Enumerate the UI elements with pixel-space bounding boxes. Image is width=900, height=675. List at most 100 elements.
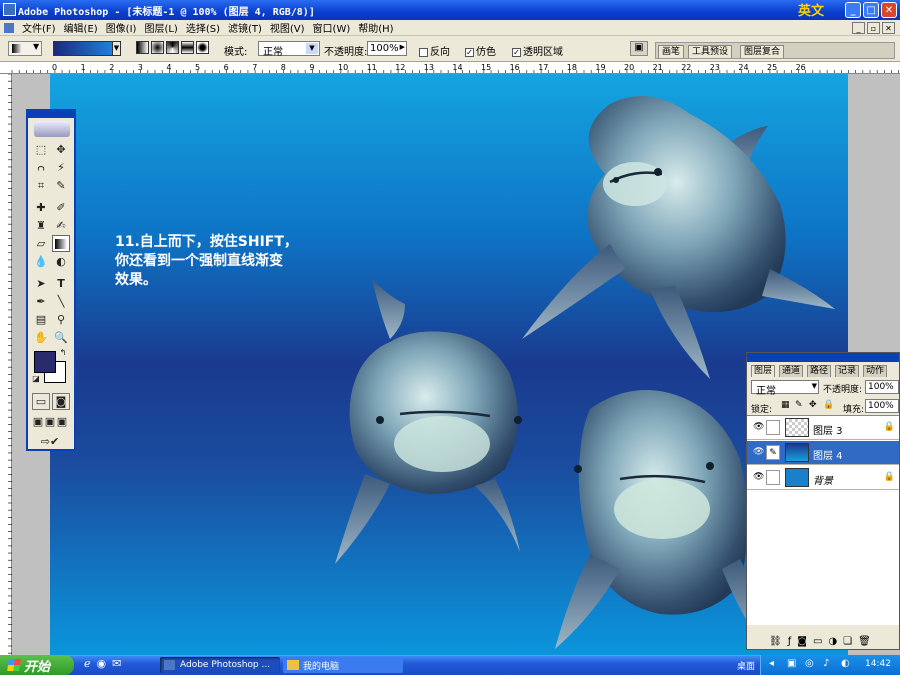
screen-mode-full-icon[interactable]: ▣ bbox=[56, 413, 68, 430]
menu-view[interactable]: 视图(V) bbox=[270, 20, 305, 35]
menu-edit[interactable]: 编辑(E) bbox=[64, 20, 98, 35]
menu-select[interactable]: 选择(S) bbox=[186, 20, 220, 35]
layer-link-toggle[interactable] bbox=[766, 420, 780, 435]
blur-tool-icon[interactable]: 💧 bbox=[32, 253, 50, 270]
brush-tool-icon[interactable]: ✐ bbox=[52, 199, 70, 216]
zoom-tool-icon[interactable]: 🔍 bbox=[52, 329, 70, 346]
tool-preset-picker[interactable]: ▼ bbox=[8, 41, 42, 56]
tab-history[interactable]: 记录 bbox=[835, 365, 860, 377]
crop-tool-icon[interactable]: ⌗ bbox=[32, 177, 50, 194]
network-icon[interactable]: ▣ bbox=[787, 658, 796, 669]
menu-help[interactable]: 帮助(H) bbox=[358, 20, 393, 35]
speaker-icon[interactable]: ♪ bbox=[823, 658, 829, 669]
dodge-tool-icon[interactable]: ◐ bbox=[52, 253, 70, 270]
close-button[interactable]: ✕ bbox=[881, 2, 897, 18]
line-tool-icon[interactable]: ╲ bbox=[52, 293, 70, 310]
layer-row-4[interactable]: 👁 ✎ 图层 4 bbox=[747, 441, 899, 465]
hand-tool-icon[interactable]: ✋ bbox=[32, 329, 50, 346]
clone-stamp-tool-icon[interactable]: ♜ bbox=[32, 217, 50, 234]
antivirus-icon[interactable]: ◎ bbox=[805, 658, 814, 669]
move-tool-icon[interactable]: ✥ bbox=[52, 141, 70, 158]
mode-select[interactable]: 正常 ▼ bbox=[258, 41, 320, 58]
link-layers-icon[interactable]: ⛓ bbox=[769, 636, 782, 647]
dither-checkbox[interactable]: ✓ 仿色 bbox=[465, 43, 496, 58]
pen-tool-icon[interactable]: ✒ bbox=[32, 293, 50, 310]
doc-restore-button[interactable]: ▫ bbox=[867, 22, 880, 34]
layer-opacity-input[interactable]: 100% bbox=[865, 380, 899, 394]
screen-mode-standard-icon[interactable]: ▣ bbox=[32, 413, 44, 430]
swap-colors-icon[interactable]: ↰ bbox=[58, 347, 68, 357]
outlook-icon[interactable]: ✉ bbox=[112, 657, 121, 670]
layer-row-3[interactable]: 👁 图层 3 🔒 bbox=[747, 416, 899, 440]
taskbar-photoshop[interactable]: Adobe Photoshop ... bbox=[160, 657, 280, 673]
tab-layer-comps[interactable]: 图层复合 bbox=[740, 45, 785, 58]
toolbox-title-bar[interactable] bbox=[28, 111, 74, 118]
adjustment-layer-icon[interactable]: ◑ bbox=[828, 636, 837, 647]
reverse-checkbox[interactable]: 反向 bbox=[419, 43, 450, 58]
doc-minimize-button[interactable]: _ bbox=[852, 22, 865, 34]
feather-logo-icon[interactable] bbox=[34, 121, 70, 137]
marquee-tool-icon[interactable]: ⬚ bbox=[32, 141, 50, 158]
diamond-gradient-icon[interactable] bbox=[196, 41, 209, 54]
healing-brush-tool-icon[interactable]: ✚ bbox=[32, 199, 50, 216]
menu-file[interactable]: 文件(F) bbox=[22, 20, 56, 35]
gradient-dropdown-button[interactable]: ▼ bbox=[112, 41, 121, 56]
layer-row-background[interactable]: 👁 背景 🔒 bbox=[747, 466, 899, 490]
start-button[interactable]: 开始 bbox=[0, 655, 74, 675]
path-selection-tool-icon[interactable]: ➤ bbox=[32, 275, 50, 292]
ime-tray-icon[interactable]: ◐ bbox=[841, 658, 850, 669]
photoshop-app-icon[interactable] bbox=[3, 3, 16, 16]
file-browser-icon[interactable]: ▣ bbox=[630, 41, 648, 56]
document-canvas[interactable] bbox=[50, 74, 848, 655]
help-icon[interactable]: ◂ bbox=[769, 658, 774, 669]
tab-paths[interactable]: 路径 bbox=[807, 365, 832, 377]
menu-window[interactable]: 窗口(W) bbox=[313, 20, 351, 35]
blend-mode-select[interactable]: 正常 ▼ bbox=[751, 380, 819, 397]
reflected-gradient-icon[interactable] bbox=[181, 41, 194, 54]
quick-mask-mode-icon[interactable]: ◙ bbox=[52, 393, 70, 410]
magic-wand-tool-icon[interactable]: ⚡ bbox=[52, 159, 70, 176]
layer-mask-icon[interactable]: ◙ bbox=[797, 636, 807, 647]
menu-image[interactable]: 图像(I) bbox=[106, 20, 137, 35]
trash-icon[interactable]: 🗑 bbox=[858, 636, 871, 647]
tab-brushes[interactable]: 画笔 bbox=[658, 45, 685, 58]
menu-layer[interactable]: 图层(L) bbox=[144, 20, 177, 35]
jump-to-imageready-icon[interactable]: ⇨✔ bbox=[32, 433, 68, 450]
new-layer-icon[interactable]: ❏ bbox=[843, 636, 852, 647]
layer-link-toggle[interactable] bbox=[766, 470, 780, 485]
lock-all-icon[interactable]: 🔒 bbox=[823, 400, 834, 410]
clock[interactable]: 14:42 bbox=[865, 659, 891, 669]
eraser-tool-icon[interactable]: ▱ bbox=[32, 235, 50, 252]
opacity-input[interactable]: 100% ▶ bbox=[367, 41, 407, 56]
slice-tool-icon[interactable]: ✎ bbox=[52, 177, 70, 194]
layer-style-icon[interactable]: ƒ bbox=[788, 636, 792, 647]
screen-mode-full-menu-icon[interactable]: ▣ bbox=[44, 413, 56, 430]
angle-gradient-icon[interactable] bbox=[166, 41, 179, 54]
folder-icon[interactable]: ▭ bbox=[813, 636, 822, 647]
fill-input[interactable]: 100% bbox=[865, 399, 899, 413]
lock-transparency-icon[interactable]: ▦ bbox=[781, 400, 790, 410]
layers-panel-title-bar[interactable] bbox=[747, 353, 899, 362]
history-brush-tool-icon[interactable]: ✍ bbox=[52, 217, 70, 234]
type-tool-icon[interactable]: T bbox=[52, 275, 70, 292]
tab-channels[interactable]: 通道 bbox=[779, 365, 804, 377]
eye-icon[interactable]: 👁 bbox=[753, 423, 764, 432]
radial-gradient-icon[interactable] bbox=[151, 41, 164, 54]
tab-layers[interactable]: 图层 bbox=[751, 365, 776, 377]
eye-icon[interactable]: 👁 bbox=[753, 448, 764, 457]
maximize-button[interactable]: □ bbox=[863, 2, 879, 18]
doc-close-button[interactable]: ✕ bbox=[882, 22, 895, 34]
brush-icon[interactable]: ✎ bbox=[766, 445, 780, 460]
linear-gradient-icon[interactable] bbox=[136, 41, 149, 54]
tab-tool-presets[interactable]: 工具预设 bbox=[688, 45, 733, 58]
eyedropper-tool-icon[interactable]: ⚲ bbox=[52, 311, 70, 328]
lock-image-icon[interactable]: ✎ bbox=[795, 400, 803, 410]
menu-filter[interactable]: 滤镜(T) bbox=[228, 20, 262, 35]
foreground-color-swatch[interactable] bbox=[34, 351, 56, 373]
default-colors-icon[interactable]: ◪ bbox=[31, 373, 41, 383]
standard-mode-icon[interactable]: ▭ bbox=[32, 393, 50, 410]
lock-position-icon[interactable]: ✥ bbox=[809, 400, 817, 410]
taskbar-my-computer[interactable]: 我的电脑 bbox=[283, 657, 403, 673]
gradient-tool-icon[interactable] bbox=[52, 235, 70, 252]
ie-icon[interactable]: ℯ bbox=[84, 657, 91, 670]
